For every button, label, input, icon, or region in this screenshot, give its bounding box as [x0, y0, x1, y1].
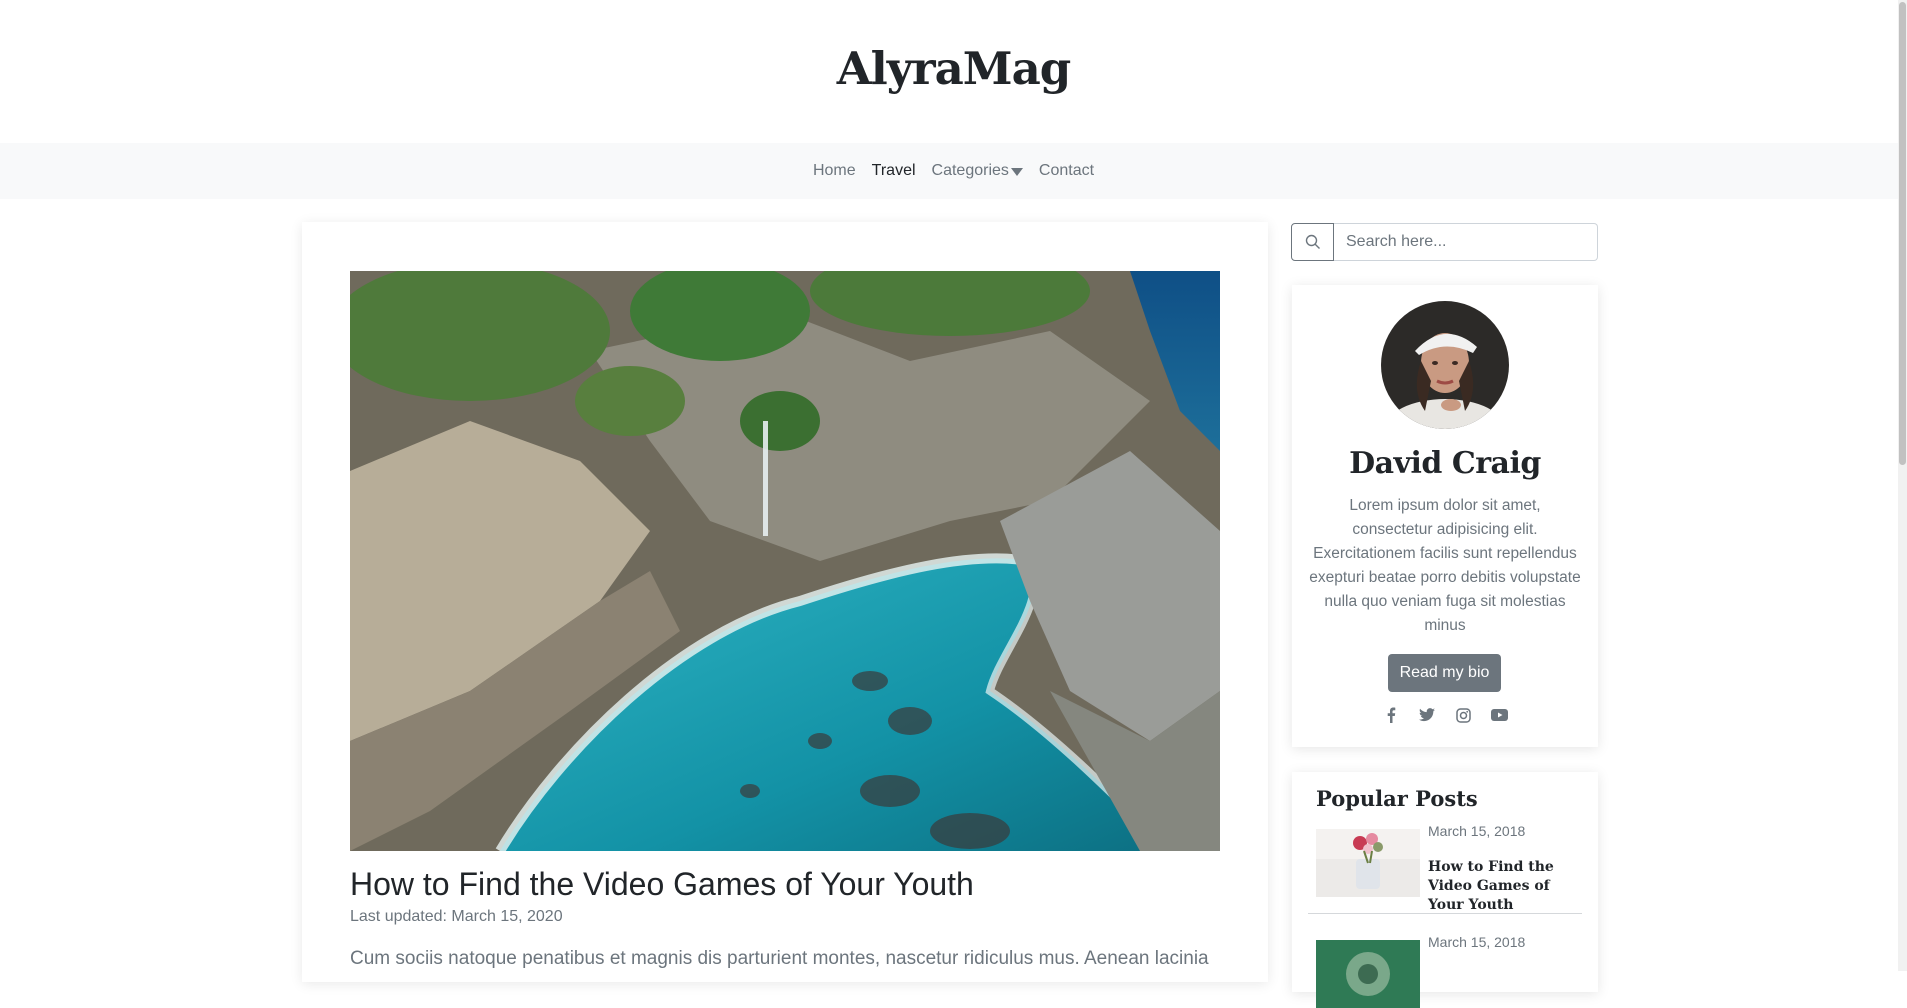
instagram-icon[interactable] — [1454, 706, 1472, 724]
nav-home[interactable]: Home — [805, 162, 864, 180]
twitter-icon[interactable] — [1418, 706, 1436, 724]
post-card: How to Find the Video Games of Your Yout… — [302, 222, 1268, 982]
nav-categories-label: Categories — [931, 162, 1009, 179]
youtube-icon[interactable] — [1490, 706, 1508, 724]
read-bio-button[interactable]: Read my bio — [1388, 654, 1501, 692]
post-title[interactable]: How to Find the Video Games of Your Yout… — [350, 866, 974, 903]
nav-contact[interactable]: Contact — [1031, 162, 1102, 180]
facebook-icon[interactable] — [1382, 706, 1400, 724]
main-nav: Home Travel Categories Contact — [0, 143, 1907, 199]
divider — [1308, 913, 1582, 914]
author-bio-text: Lorem ipsum dolor sit amet, consectetur … — [1309, 497, 1581, 634]
hero-image[interactable] — [350, 271, 1220, 851]
popular-post-thumbnail — [1316, 829, 1420, 897]
author-bio-card: David Craig Lorem ipsum dolor sit amet, … — [1292, 285, 1598, 747]
author-name: David Craig — [1349, 446, 1541, 481]
avatar — [1381, 301, 1509, 429]
search-bar — [1291, 223, 1598, 261]
post-excerpt: Cum sociis natoque penatibus et magnis d… — [350, 948, 1209, 969]
social-links — [1292, 706, 1598, 724]
nav-categories[interactable]: Categories — [924, 162, 1031, 180]
popular-post-title[interactable]: How to Find the Video Games of Your Yout… — [1428, 858, 1588, 915]
scrollbar-thumb[interactable] — [1899, 2, 1906, 465]
search-input[interactable] — [1334, 223, 1598, 261]
popular-posts-heading: Popular Posts — [1316, 786, 1478, 811]
post-updated-date: Last updated: March 15, 2020 — [350, 908, 563, 925]
search-icon — [1305, 234, 1320, 249]
nav-travel[interactable]: Travel — [864, 162, 924, 180]
popular-posts-card: Popular Posts March 15, 2018 How to Find… — [1292, 772, 1598, 1008]
nav-home-label: Home — [812, 162, 856, 179]
popular-post-date: March 15, 2018 — [1428, 823, 1526, 839]
search-button[interactable] — [1291, 223, 1334, 261]
site-logo[interactable]: AlyraMag — [837, 42, 1071, 95]
nav-travel-label: Travel — [871, 162, 916, 179]
popular-post-date: March 15, 2018 — [1428, 934, 1526, 950]
popular-post-thumbnail — [1316, 940, 1420, 1008]
site-header: AlyraMag — [0, 0, 1907, 143]
caret-down-icon — [1010, 168, 1023, 176]
nav-contact-label: Contact — [1038, 162, 1095, 179]
